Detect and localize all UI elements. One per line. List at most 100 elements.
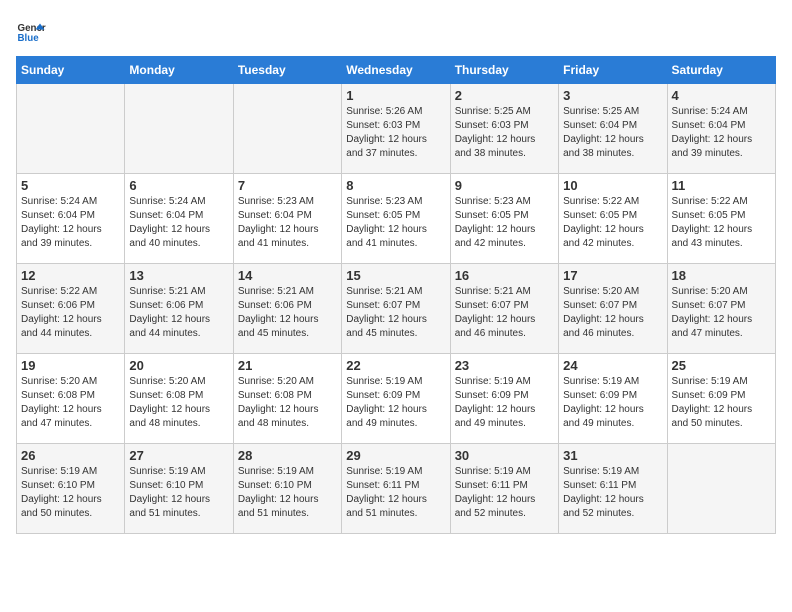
calendar-cell: 9Sunrise: 5:23 AMSunset: 6:05 PMDaylight… <box>450 174 558 264</box>
day-info: Sunrise: 5:24 AMSunset: 6:04 PMDaylight:… <box>21 195 120 251</box>
day-number: 22 <box>346 358 445 373</box>
day-info: Sunrise: 5:19 AMSunset: 6:10 PMDaylight:… <box>238 465 337 521</box>
calendar-cell: 29 Sunrise: 5:19 AMSunset: 6:11 PMDayligh… <box>342 444 450 534</box>
day-info: Sunrise: 5:19 AMSunset: 6:11 PMDaylight:… <box>563 465 662 521</box>
day-number: 17 <box>563 268 662 283</box>
day-number: 1 <box>346 88 445 103</box>
day-number: 15 <box>346 268 445 283</box>
weekday-header: Sunday <box>17 57 125 84</box>
day-info: Sunrise: 5:25 AMSunset: 6:04 PMDaylight:… <box>563 105 662 161</box>
calendar-cell: 30 Sunrise: 5:19 AMSunset: 6:11 PMDayligh… <box>450 444 558 534</box>
day-info: Sunrise: 5:22 AMSunset: 6:05 PMDaylight:… <box>563 195 662 251</box>
calendar-cell: 1 Sunrise: 5:26 AMSunset: 6:03 PMDaylight… <box>342 84 450 174</box>
day-number: 6 <box>129 178 228 193</box>
day-info: Sunrise: 5:24 AMSunset: 6:04 PMDaylight:… <box>129 195 228 251</box>
day-info: Sunrise: 5:20 AMSunset: 6:07 PMDaylight:… <box>672 285 771 341</box>
day-info: Sunrise: 5:19 AMSunset: 6:11 PMDaylight:… <box>346 465 445 521</box>
weekday-header: Saturday <box>667 57 775 84</box>
calendar-cell: 12 Sunrise: 5:22 AMSunset: 6:06 PMDayligh… <box>17 264 125 354</box>
day-number: 7 <box>238 178 337 193</box>
day-info: Sunrise: 5:20 AMSunset: 6:07 PMDaylight:… <box>563 285 662 341</box>
day-info: Sunrise: 5:21 AMSunset: 6:07 PMDaylight:… <box>346 285 445 341</box>
day-number: 27 <box>129 448 228 463</box>
day-info: Sunrise: 5:19 AMSunset: 6:09 PMDaylight:… <box>563 375 662 431</box>
day-info: Sunrise: 5:20 AMSunset: 6:08 PMDaylight:… <box>238 375 337 431</box>
day-number: 10 <box>563 178 662 193</box>
calendar-week-row: 12 Sunrise: 5:22 AMSunset: 6:06 PMDayligh… <box>17 264 776 354</box>
day-info: Sunrise: 5:19 AMSunset: 6:09 PMDaylight:… <box>455 375 554 431</box>
weekday-header: Friday <box>559 57 667 84</box>
calendar-cell <box>125 84 233 174</box>
calendar-header: SundayMondayTuesdayWednesdayThursdayFrid… <box>17 57 776 84</box>
calendar-cell: 5Sunrise: 5:24 AMSunset: 6:04 PMDaylight… <box>17 174 125 264</box>
page-header: General Blue <box>16 16 776 46</box>
calendar-cell: 20Sunrise: 5:20 AMSunset: 6:08 PMDayligh… <box>125 354 233 444</box>
logo: General Blue <box>16 16 46 46</box>
day-info: Sunrise: 5:23 AMSunset: 6:04 PMDaylight:… <box>238 195 337 251</box>
day-info: Sunrise: 5:21 AMSunset: 6:06 PMDaylight:… <box>129 285 228 341</box>
calendar-cell: 7 Sunrise: 5:23 AMSunset: 6:04 PMDaylight… <box>233 174 341 264</box>
day-number: 8 <box>346 178 445 193</box>
weekday-header: Wednesday <box>342 57 450 84</box>
weekday-header: Thursday <box>450 57 558 84</box>
day-info: Sunrise: 5:21 AMSunset: 6:06 PMDaylight:… <box>238 285 337 341</box>
calendar-cell: 8 Sunrise: 5:23 AMSunset: 6:05 PMDaylight… <box>342 174 450 264</box>
calendar-cell: 18Sunrise: 5:20 AMSunset: 6:07 PMDayligh… <box>667 264 775 354</box>
day-info: Sunrise: 5:22 AMSunset: 6:05 PMDaylight:… <box>672 195 771 251</box>
logo-icon: General Blue <box>16 16 46 46</box>
day-info: Sunrise: 5:26 AMSunset: 6:03 PMDaylight:… <box>346 105 445 161</box>
day-number: 26 <box>21 448 120 463</box>
calendar-cell: 28 Sunrise: 5:19 AMSunset: 6:10 PMDayligh… <box>233 444 341 534</box>
day-number: 29 <box>346 448 445 463</box>
calendar-cell: 4 Sunrise: 5:24 AMSunset: 6:04 PMDaylight… <box>667 84 775 174</box>
day-number: 3 <box>563 88 662 103</box>
calendar-cell: 13 Sunrise: 5:21 AMSunset: 6:06 PMDayligh… <box>125 264 233 354</box>
calendar-cell: 17 Sunrise: 5:20 AMSunset: 6:07 PMDayligh… <box>559 264 667 354</box>
calendar-cell: 2 Sunrise: 5:25 AMSunset: 6:03 PMDaylight… <box>450 84 558 174</box>
day-info: Sunrise: 5:23 AMSunset: 6:05 PMDaylight:… <box>346 195 445 251</box>
day-number: 13 <box>129 268 228 283</box>
day-info: Sunrise: 5:25 AMSunset: 6:03 PMDaylight:… <box>455 105 554 161</box>
day-number: 2 <box>455 88 554 103</box>
calendar-table: SundayMondayTuesdayWednesdayThursdayFrid… <box>16 56 776 534</box>
day-number: 28 <box>238 448 337 463</box>
calendar-cell: 23 Sunrise: 5:19 AMSunset: 6:09 PMDayligh… <box>450 354 558 444</box>
svg-text:Blue: Blue <box>18 33 40 44</box>
calendar-cell <box>233 84 341 174</box>
calendar-cell <box>667 444 775 534</box>
day-number: 12 <box>21 268 120 283</box>
day-info: Sunrise: 5:23 AMSunset: 6:05 PMDaylight:… <box>455 195 554 251</box>
calendar-week-row: 19 Sunrise: 5:20 AMSunset: 6:08 PMDayligh… <box>17 354 776 444</box>
day-info: Sunrise: 5:19 AMSunset: 6:11 PMDaylight:… <box>455 465 554 521</box>
weekday-header: Monday <box>125 57 233 84</box>
day-number: 4 <box>672 88 771 103</box>
calendar-cell: 10 Sunrise: 5:22 AMSunset: 6:05 PMDayligh… <box>559 174 667 264</box>
day-info: Sunrise: 5:19 AMSunset: 6:09 PMDaylight:… <box>346 375 445 431</box>
calendar-cell <box>17 84 125 174</box>
calendar-cell: 16Sunrise: 5:21 AMSunset: 6:07 PMDayligh… <box>450 264 558 354</box>
calendar-cell: 27Sunrise: 5:19 AMSunset: 6:10 PMDayligh… <box>125 444 233 534</box>
weekday-header: Tuesday <box>233 57 341 84</box>
calendar-cell: 25Sunrise: 5:19 AMSunset: 6:09 PMDayligh… <box>667 354 775 444</box>
day-number: 21 <box>238 358 337 373</box>
calendar-body: 1 Sunrise: 5:26 AMSunset: 6:03 PMDaylight… <box>17 84 776 534</box>
calendar-cell: 21 Sunrise: 5:20 AMSunset: 6:08 PMDayligh… <box>233 354 341 444</box>
day-info: Sunrise: 5:24 AMSunset: 6:04 PMDaylight:… <box>672 105 771 161</box>
calendar-cell: 15 Sunrise: 5:21 AMSunset: 6:07 PMDayligh… <box>342 264 450 354</box>
day-number: 23 <box>455 358 554 373</box>
calendar-cell: 14 Sunrise: 5:21 AMSunset: 6:06 PMDayligh… <box>233 264 341 354</box>
calendar-week-row: 1 Sunrise: 5:26 AMSunset: 6:03 PMDaylight… <box>17 84 776 174</box>
day-number: 19 <box>21 358 120 373</box>
calendar-cell: 6 Sunrise: 5:24 AMSunset: 6:04 PMDaylight… <box>125 174 233 264</box>
calendar-cell: 11Sunrise: 5:22 AMSunset: 6:05 PMDayligh… <box>667 174 775 264</box>
day-number: 30 <box>455 448 554 463</box>
day-info: Sunrise: 5:22 AMSunset: 6:06 PMDaylight:… <box>21 285 120 341</box>
calendar-cell: 19 Sunrise: 5:20 AMSunset: 6:08 PMDayligh… <box>17 354 125 444</box>
day-info: Sunrise: 5:20 AMSunset: 6:08 PMDaylight:… <box>129 375 228 431</box>
calendar-cell: 22 Sunrise: 5:19 AMSunset: 6:09 PMDayligh… <box>342 354 450 444</box>
day-number: 25 <box>672 358 771 373</box>
calendar-cell: 26Sunrise: 5:19 AMSunset: 6:10 PMDayligh… <box>17 444 125 534</box>
day-info: Sunrise: 5:20 AMSunset: 6:08 PMDaylight:… <box>21 375 120 431</box>
calendar-week-row: 26 Sunrise: 5:19 AMSunset: 6:10 PMDayligh… <box>17 444 776 534</box>
day-number: 14 <box>238 268 337 283</box>
